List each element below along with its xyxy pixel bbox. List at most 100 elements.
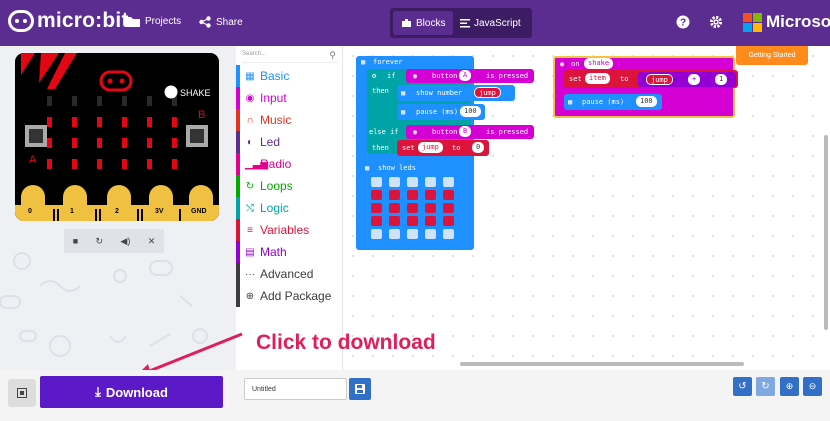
category-advanced-label: Advanced xyxy=(260,267,314,281)
category-add-package[interactable]: ⊕ Add Package xyxy=(236,285,343,307)
javascript-tab[interactable]: JavaScript xyxy=(452,8,529,38)
led-cell[interactable] xyxy=(371,216,382,226)
led-cell[interactable] xyxy=(407,216,418,226)
led-cell[interactable] xyxy=(443,190,454,200)
led-cell[interactable] xyxy=(389,177,400,187)
settings-gear-icon[interactable] xyxy=(709,15,723,29)
blocks-tab[interactable]: Blocks xyxy=(393,11,454,35)
category-advanced[interactable]: ··· Advanced xyxy=(236,263,343,285)
category-led-label: Led xyxy=(260,135,281,149)
javascript-tab-label: JavaScript xyxy=(474,17,521,29)
download-label: Download xyxy=(105,384,168,400)
redo-button[interactable]: ↻ xyxy=(756,377,775,396)
stop-icon[interactable]: ■ xyxy=(73,236,78,246)
button-b-dropdown[interactable]: B xyxy=(459,126,472,137)
projects-button[interactable]: Projects xyxy=(126,16,181,27)
download-button[interactable]: ⤓ Download xyxy=(40,376,223,408)
set-item-label: set xyxy=(569,75,582,83)
help-icon[interactable]: ? xyxy=(676,15,690,29)
led-cell[interactable] xyxy=(371,229,382,239)
category-music[interactable]: ∩ Music xyxy=(236,109,343,131)
category-basic-label: Basic xyxy=(260,69,290,83)
pause-label: pause (ms) xyxy=(416,108,459,116)
on-label: on xyxy=(571,60,580,68)
vertical-scrollbar[interactable] xyxy=(824,135,828,330)
pin-label-1: 1 xyxy=(70,208,74,215)
zoom-in-button[interactable]: ⊕ xyxy=(780,377,799,396)
plus-operator-dropdown[interactable]: + xyxy=(688,74,701,85)
show-leds-grid-icon: ▦ xyxy=(365,164,370,172)
category-loops[interactable]: ↻ Loops xyxy=(236,175,343,197)
led-cell[interactable] xyxy=(407,177,418,187)
toolbox-search-input[interactable]: Search... ⚲ xyxy=(242,49,338,63)
led-cell[interactable] xyxy=(371,203,382,213)
projects-label: Projects xyxy=(145,16,182,27)
button-a-dropdown[interactable]: A xyxy=(459,70,472,81)
category-led[interactable]: ◐ Led xyxy=(236,131,343,153)
led-cell[interactable] xyxy=(443,203,454,213)
save-button[interactable] xyxy=(349,378,371,400)
led-cell[interactable] xyxy=(407,229,418,239)
project-name-input[interactable]: Untitled xyxy=(244,378,347,400)
category-math-label: Math xyxy=(260,245,287,259)
math-jump-dropdown[interactable]: jump xyxy=(646,74,673,85)
set-jump-dropdown[interactable]: jump xyxy=(418,142,443,153)
download-icon: ⤓ xyxy=(95,384,101,399)
plus-value-field[interactable]: 1 xyxy=(715,74,728,85)
mute-icon[interactable]: ◀) xyxy=(120,236,130,247)
category-basic[interactable]: ▦ Basic xyxy=(236,65,343,87)
pause-grid-icon: ▦ xyxy=(401,108,406,116)
item-dropdown[interactable]: item xyxy=(585,73,610,84)
zoom-out-icon: ⊖ xyxy=(808,381,817,391)
category-input[interactable]: ◉ Input xyxy=(236,87,343,109)
restart-icon[interactable]: ↻ xyxy=(96,236,104,247)
getting-started-button[interactable]: Getting Started xyxy=(736,46,808,65)
pause-value-field[interactable]: 100 xyxy=(460,106,481,117)
category-radio[interactable]: ▁▃▅ Radio xyxy=(236,153,343,175)
led-cell[interactable] xyxy=(389,216,400,226)
show-number-jump-dropdown[interactable]: jump xyxy=(474,87,501,98)
zoom-out-button[interactable]: ⊖ xyxy=(803,377,822,396)
led-cell[interactable] xyxy=(389,229,400,239)
category-math[interactable]: ▤ Math xyxy=(236,241,343,263)
horizontal-scrollbar[interactable] xyxy=(460,362,744,366)
led-cell[interactable] xyxy=(389,203,400,213)
led-cell[interactable] xyxy=(443,229,454,239)
forever-label: forever xyxy=(373,58,403,66)
led-cell[interactable] xyxy=(443,177,454,187)
pause-2-value-field[interactable]: 100 xyxy=(636,96,657,107)
toggle-icon: ◐ xyxy=(246,136,254,148)
category-variables[interactable]: ≡ Variables xyxy=(236,219,343,241)
led-cell[interactable] xyxy=(443,216,454,226)
plus-circle-icon: ⊕ xyxy=(245,290,255,302)
shake-button-icon[interactable] xyxy=(164,85,178,99)
led-cell[interactable] xyxy=(407,203,418,213)
collapse-simulator-button[interactable] xyxy=(8,379,36,407)
undo-button[interactable]: ↺ xyxy=(733,377,752,396)
code-lines-icon xyxy=(460,18,470,27)
category-variables-label: Variables xyxy=(260,223,310,237)
set-value-field[interactable]: 0 xyxy=(472,142,485,153)
microsoft-logo[interactable]: Microsoft xyxy=(743,12,830,32)
makecode-editor: micro:bit Projects Share Blocks JavaScri… xyxy=(0,0,830,421)
simulator-panel: A B SHAKE 0 1 2 3V GND ■ ↻ ◀) ✕ xyxy=(0,46,236,370)
led-cell[interactable] xyxy=(407,190,418,200)
fullscreen-icon[interactable]: ✕ xyxy=(148,236,156,247)
led-cell[interactable] xyxy=(389,190,400,200)
pause-2-label: pause (ms) xyxy=(582,98,625,106)
led-cell[interactable] xyxy=(425,229,436,239)
then-b-label: then xyxy=(372,144,389,152)
is-pressed-b-label: is pressed xyxy=(486,128,529,136)
led-cell[interactable] xyxy=(425,177,436,187)
led-cell[interactable] xyxy=(425,203,436,213)
category-logic[interactable]: ⤭ Logic xyxy=(236,197,343,219)
set-to-label: to xyxy=(452,144,461,152)
led-cell[interactable] xyxy=(425,216,436,226)
led-cell[interactable] xyxy=(425,190,436,200)
led-cell[interactable] xyxy=(371,190,382,200)
share-button[interactable]: Share xyxy=(199,16,243,28)
app-title: micro:bit xyxy=(37,9,129,32)
shake-dropdown[interactable]: shake xyxy=(584,58,614,69)
microbit-logo[interactable]: micro:bit xyxy=(8,9,129,33)
led-cell[interactable] xyxy=(371,177,382,187)
